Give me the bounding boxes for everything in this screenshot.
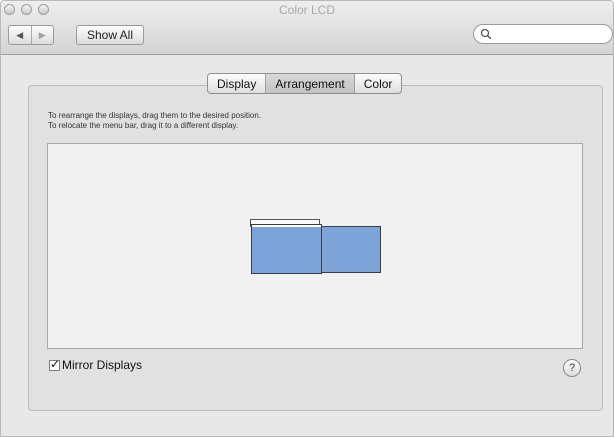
mirror-displays-label: Mirror Displays: [62, 358, 143, 372]
tab-color[interactable]: Color: [353, 74, 402, 93]
instruction-line-menu-bar: To relocate the menu bar, drag it to a d…: [48, 121, 239, 130]
main-display-thumbnail[interactable]: [251, 224, 322, 274]
show-all-button[interactable]: Show All: [76, 25, 144, 45]
help-icon[interactable]: ?: [563, 359, 581, 377]
search-field[interactable]: [473, 24, 613, 44]
forward-arrow-icon[interactable]: ▶: [30, 26, 54, 44]
tab-arrangement[interactable]: Arrangement: [265, 74, 354, 93]
arrangement-instructions: To rearrange the displays, drag them to …: [48, 111, 261, 131]
instruction-line-rearrange: To rearrange the displays, drag them to …: [48, 111, 262, 120]
back-forward-control: ◀ ▶: [8, 25, 54, 45]
back-arrow-icon[interactable]: ◀: [9, 26, 31, 44]
preferences-window: Color LCD ◀ ▶ Show All Display Arrangeme…: [0, 0, 614, 437]
window-title: Color LCD: [278, 3, 335, 17]
checkmark-icon: ✓: [50, 356, 61, 371]
pane-tab-bar: Display Arrangement Color: [207, 73, 403, 94]
secondary-display-thumbnail[interactable]: [321, 226, 381, 273]
tab-display[interactable]: Display: [208, 74, 265, 93]
mirror-displays-option[interactable]: ✓ Mirror Displays: [49, 356, 143, 372]
mirror-displays-checkbox[interactable]: ✓: [49, 356, 61, 371]
window-toolbar: Color LCD ◀ ▶ Show All: [1, 1, 613, 55]
search-icon: [480, 28, 492, 40]
